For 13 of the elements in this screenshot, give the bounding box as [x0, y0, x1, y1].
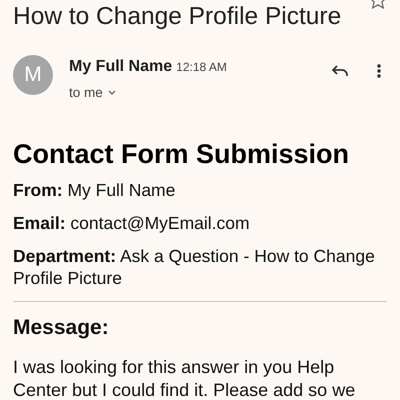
form-field-text: Department: Ask a Question - How to Change Profile Picture — [13, 245, 376, 290]
email-time: 12:18 AM — [176, 59, 227, 76]
email-subject: How to Change Profile Picture — [13, 3, 342, 31]
message-heading: Message: — [13, 315, 110, 342]
recipient-toggle[interactable]: to me — [69, 83, 116, 104]
form-field-text: From: My Full Name — [13, 179, 176, 202]
body-heading: Contact Form Submission — [13, 138, 350, 172]
sender-name: My Full Name — [69, 57, 172, 77]
chevron-down-icon — [108, 90, 116, 96]
reply-icon[interactable] — [331, 63, 349, 79]
form-field-text: Email: contact@MyEmail.com — [13, 212, 251, 234]
avatar: M — [13, 55, 53, 95]
message-text: I was looking for this answer in you Help Center but I could find it. Please add so we — [13, 356, 356, 400]
